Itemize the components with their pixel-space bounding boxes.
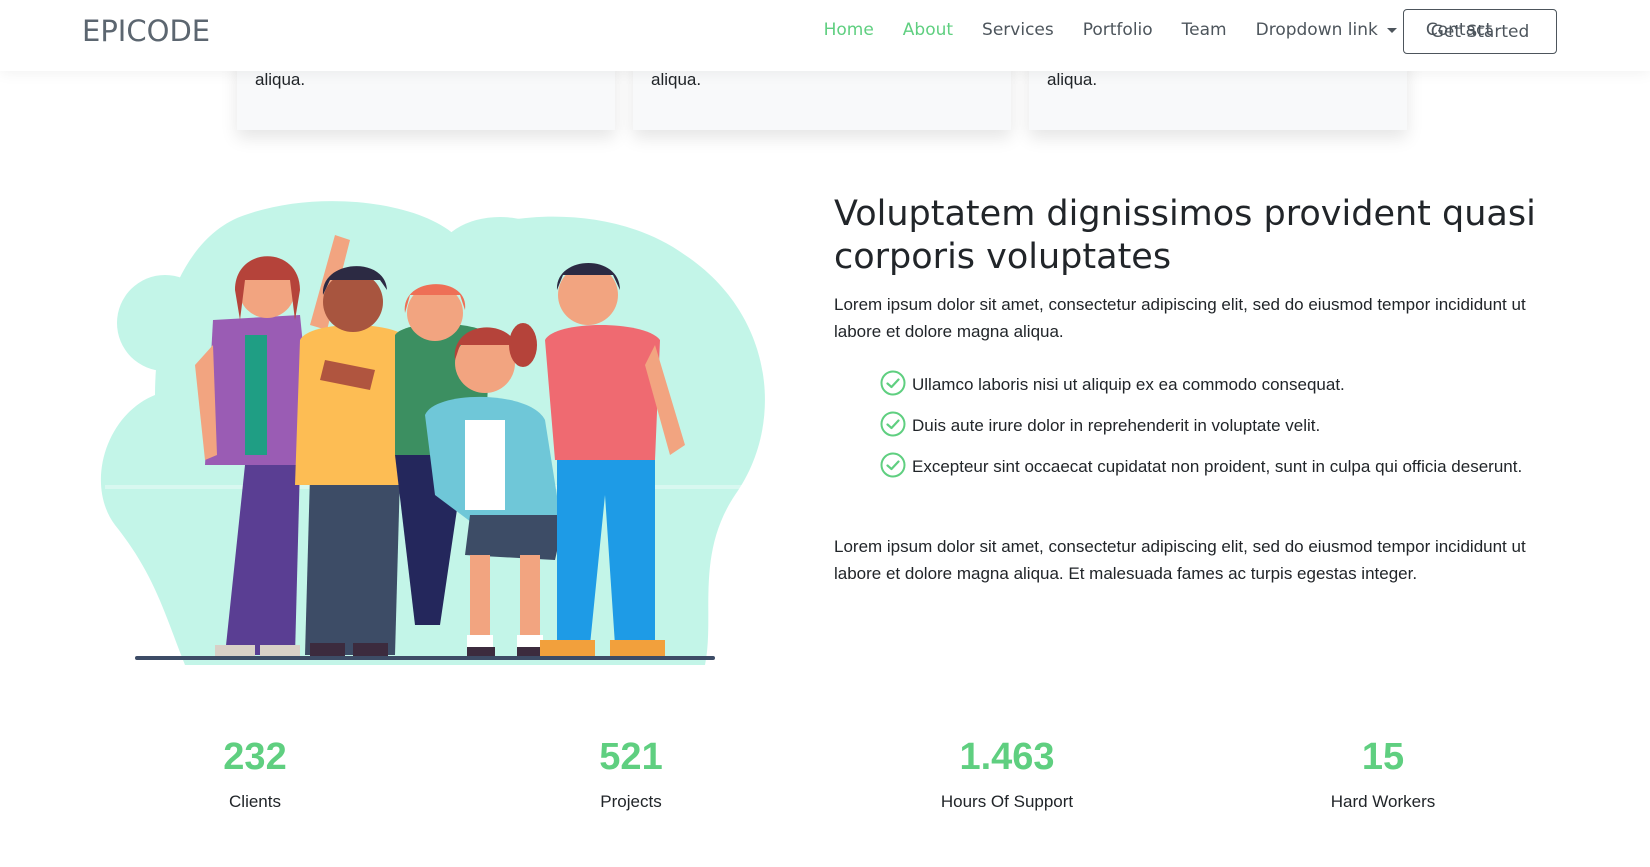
checklist-text: Excepteur sint occaecat cupidatat non pr… [912, 457, 1523, 476]
nav-team[interactable]: Team [1182, 20, 1227, 40]
nav-home[interactable]: Home [824, 20, 874, 40]
chevron-down-icon [1386, 27, 1397, 33]
nav-about[interactable]: About [903, 20, 953, 40]
feature-checklist: Ullamco laboris nisi ut aliquip ex ea co… [872, 370, 1552, 493]
nav-portfolio[interactable]: Portfolio [1083, 20, 1153, 40]
counter-hard-workers: 15 Hard Workers [1233, 734, 1533, 812]
nav-dropdown[interactable]: Dropdown link [1256, 20, 1397, 40]
card-text: aliqua. [651, 70, 702, 89]
nav-services[interactable]: Services [982, 20, 1054, 40]
main-nav: Home About Services Portfolio Team Dropd… [795, 20, 1492, 40]
site-header: EPICODE Home About Services Portfolio Te… [0, 0, 1650, 71]
team-illustration [100, 201, 805, 665]
section-heading: Voluptatem dignissimos provident quasi c… [834, 194, 1536, 277]
counter-projects: 521 Projects [481, 734, 781, 812]
check-circle-icon [880, 411, 906, 437]
counter-label: Hours Of Support [940, 792, 1074, 811]
counter-clients: 232 Clients [105, 734, 405, 812]
intro-paragraph: Lorem ipsum dolor sit amet, consectetur … [834, 295, 1526, 341]
nav-dropdown-label: Dropdown link [1255, 20, 1378, 40]
counter-value: 1.463 [959, 736, 1055, 778]
outro-paragraph: Lorem ipsum dolor sit amet, consectetur … [834, 537, 1526, 583]
card-text: aliqua. [255, 70, 306, 89]
counter-label: Clients [229, 792, 281, 811]
brand-logo[interactable]: EPICODE [82, 14, 210, 48]
counter-label: Projects [600, 792, 662, 811]
checklist-text: Ullamco laboris nisi ut aliquip ex ea co… [912, 375, 1345, 394]
counter-label: Hard Workers [1330, 792, 1436, 811]
check-circle-icon [880, 370, 906, 396]
checklist-item: Excepteur sint occaecat cupidatat non pr… [872, 452, 1552, 481]
card-text: aliqua. [1047, 70, 1098, 89]
counter-hours-support: 1.463 Hours Of Support [857, 734, 1157, 812]
checklist-item: Ullamco laboris nisi ut aliquip ex ea co… [872, 370, 1552, 399]
checklist-text: Duis aute irure dolor in reprehenderit i… [912, 416, 1321, 435]
counter-value: 15 [1361, 736, 1405, 778]
counter-value: 232 [223, 736, 287, 778]
checklist-item: Duis aute irure dolor in reprehenderit i… [872, 411, 1552, 440]
check-circle-icon [880, 452, 906, 478]
get-started-button[interactable]: Get Started [1403, 9, 1557, 54]
counter-value: 521 [599, 736, 663, 778]
